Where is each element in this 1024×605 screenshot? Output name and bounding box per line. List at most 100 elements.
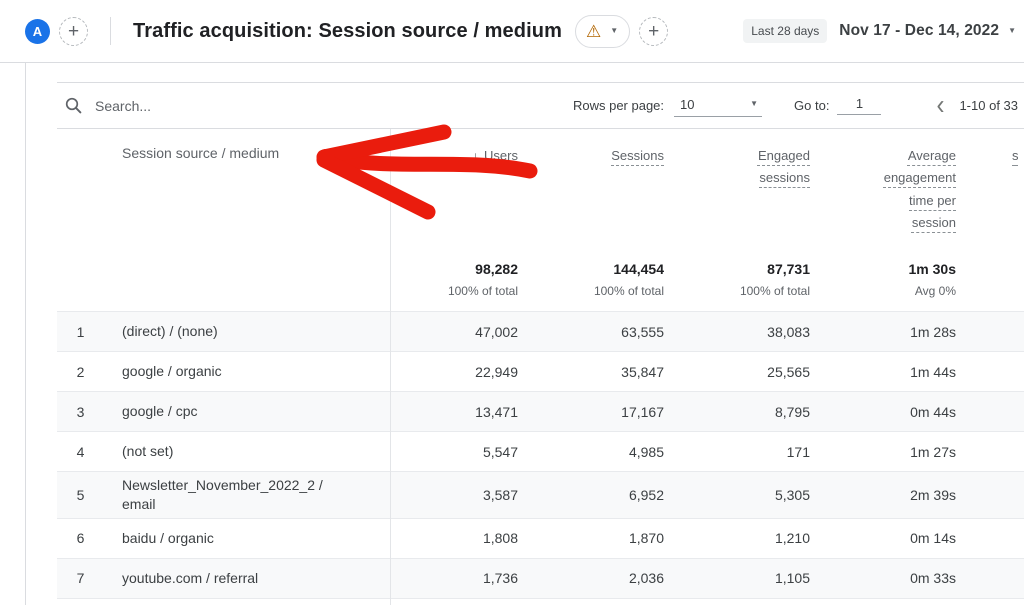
totals-row: 98,282 100% of total 144,454 100% of tot…: [57, 251, 1024, 311]
date-preset-badge: Last 28 days: [743, 19, 827, 43]
row-number: 6: [57, 530, 110, 546]
row-source-medium: google / cpc: [110, 398, 390, 425]
add-comparison-button[interactable]: +: [59, 17, 88, 46]
row-number: 4: [57, 444, 110, 460]
data-quality-button[interactable]: ⚠ ▼: [575, 15, 630, 48]
table-row: 7 youtube.com / referral 1,736 2,036 1,1…: [57, 558, 1024, 598]
row-engaged-sessions: 1,210: [676, 530, 822, 546]
go-to-page-input[interactable]: [837, 96, 881, 115]
table-row: 1 (direct) / (none) 47,002 63,555 38,083…: [57, 311, 1024, 351]
total-value: 87,731: [676, 261, 810, 277]
row-number: 2: [57, 364, 110, 380]
row-source-medium: (direct) / (none): [110, 318, 390, 345]
row-source-medium: baidu / organic: [110, 525, 390, 552]
row-source-medium: (not set): [110, 438, 390, 465]
row-engaged-sessions: 171: [676, 444, 822, 460]
table-row: 6 baidu / organic 1,808 1,870 1,210 0m 1…: [57, 518, 1024, 558]
row-users: 5,547: [390, 444, 530, 460]
pagination-controls: Rows per page: 10 ▼ Go to: ‹ 1-10 of 33: [573, 94, 1018, 118]
sort-descending-icon: ↓: [472, 145, 479, 168]
row-engaged-sessions: 8,795: [676, 404, 822, 420]
total-value: 1m 30s: [822, 261, 956, 277]
chevron-down-icon: ▼: [750, 100, 758, 108]
row-number: 3: [57, 404, 110, 420]
column-header-label: Engaged sessions: [748, 145, 810, 190]
total-sessions: 144,454 100% of total: [530, 251, 676, 311]
row-sessions: 4,985: [530, 444, 676, 460]
search-box: [65, 97, 335, 114]
row-avg-engagement-time: 1m 27s: [822, 444, 968, 460]
page-left-border: [25, 63, 26, 605]
row-users: 22,949: [390, 364, 530, 380]
header-divider: [110, 17, 111, 45]
row-sessions: 2,036: [530, 570, 676, 586]
row-users: 1,736: [390, 570, 530, 586]
table-row-partial: [57, 598, 1024, 603]
column-header-partial[interactable]: s: [968, 129, 1024, 251]
rows-per-page-label: Rows per page:: [573, 98, 664, 113]
search-icon: [65, 97, 82, 114]
row-engaged-sessions: 25,565: [676, 364, 822, 380]
column-header-avg-engagement-time[interactable]: Average engagement time per session: [822, 129, 968, 251]
row-avg-engagement-time: 1m 28s: [822, 324, 968, 340]
row-sessions: 63,555: [530, 324, 676, 340]
table-row: 5 Newsletter_November_2022_2 / email 3,5…: [57, 471, 1024, 518]
row-engaged-sessions: 1,105: [676, 570, 822, 586]
chevron-down-icon: ▼: [1008, 27, 1016, 35]
row-sessions: 35,847: [530, 364, 676, 380]
row-users: 13,471: [390, 404, 530, 420]
go-to-label: Go to:: [794, 98, 829, 113]
column-header-engaged-sessions[interactable]: Engaged sessions: [676, 129, 822, 251]
chevron-down-icon: ▼: [610, 27, 618, 35]
table-header-row: Session source / medium ↓ Users Sessions…: [57, 129, 1024, 251]
row-sessions: 1,870: [530, 530, 676, 546]
add-filter-button[interactable]: +: [639, 17, 668, 46]
date-range-text: Nov 17 - Dec 14, 2022: [839, 22, 999, 40]
row-number: 7: [57, 570, 110, 586]
row-sessions: 6,952: [530, 487, 676, 503]
row-engaged-sessions: 5,305: [676, 487, 822, 503]
row-avg-engagement-time: 0m 33s: [822, 570, 968, 586]
row-users: 3,587: [390, 487, 530, 503]
total-engaged-sessions: 87,731 100% of total: [676, 251, 822, 311]
previous-page-button[interactable]: ‹: [936, 92, 944, 120]
column-header-sessions[interactable]: Sessions: [530, 129, 676, 251]
row-sessions: 17,167: [530, 404, 676, 420]
total-value: 144,454: [530, 261, 664, 277]
column-header-label: Sessions: [611, 148, 664, 163]
table-row: 4 (not set) 5,547 4,985 171 1m 27s: [57, 431, 1024, 471]
account-avatar[interactable]: A: [25, 19, 50, 44]
column-header-users[interactable]: ↓ Users: [390, 129, 530, 251]
total-users: 98,282 100% of total: [390, 251, 530, 311]
row-source-medium: youtube.com / referral: [110, 565, 390, 592]
total-value: 98,282: [390, 261, 518, 277]
row-source-medium: google / organic: [110, 358, 390, 385]
rows-per-page-select[interactable]: 10 ▼: [674, 95, 762, 117]
pagination-range: 1-10 of 33: [959, 98, 1018, 113]
date-range-picker[interactable]: Nov 17 - Dec 14, 2022 ▼: [839, 22, 1016, 40]
table-row: 2 google / organic 22,949 35,847 25,565 …: [57, 351, 1024, 391]
column-header-label: s: [1012, 148, 1019, 163]
report-table-card: Rows per page: 10 ▼ Go to: ‹ 1-10 of 33 …: [57, 82, 1024, 605]
column-header-session-source-medium[interactable]: Session source / medium: [110, 129, 390, 251]
warning-icon: ⚠: [586, 23, 601, 40]
row-source-medium: Newsletter_November_2022_2 / email: [110, 472, 390, 518]
row-users: 47,002: [390, 324, 530, 340]
row-avg-engagement-time: 0m 44s: [822, 404, 968, 420]
row-avg-engagement-time: 0m 14s: [822, 530, 968, 546]
rows-per-page-value: 10: [680, 97, 694, 112]
column-header-label: Users: [484, 145, 518, 167]
row-users: 1,808: [390, 530, 530, 546]
table-row: 3 google / cpc 13,471 17,167 8,795 0m 44…: [57, 391, 1024, 431]
column-header-label: Average engagement time per session: [874, 145, 956, 234]
row-engaged-sessions: 38,083: [676, 324, 822, 340]
total-subtext: Avg 0%: [822, 284, 956, 298]
row-number: 1: [57, 324, 110, 340]
table-body: 1 (direct) / (none) 47,002 63,555 38,083…: [57, 311, 1024, 598]
table-toolbar: Rows per page: 10 ▼ Go to: ‹ 1-10 of 33: [57, 83, 1024, 129]
app-header: A + Traffic acquisition: Session source …: [0, 0, 1024, 63]
search-input[interactable]: [95, 98, 335, 114]
row-number: 5: [57, 487, 110, 503]
row-avg-engagement-time: 1m 44s: [822, 364, 968, 380]
total-avg-engagement-time: 1m 30s Avg 0%: [822, 251, 968, 311]
